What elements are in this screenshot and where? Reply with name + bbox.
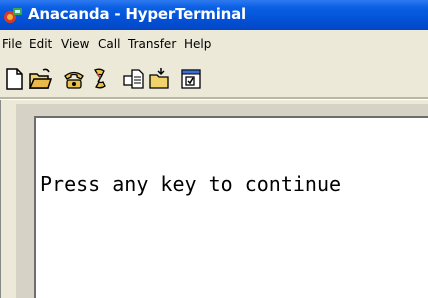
dial-phone-icon[interactable] <box>62 67 86 91</box>
hyperterminal-app-icon[interactable] <box>2 5 24 25</box>
menu-file[interactable]: File <box>2 37 22 51</box>
open-folder-icon[interactable] <box>28 67 52 91</box>
toolbar <box>0 60 428 98</box>
receive-file-icon[interactable] <box>148 67 172 91</box>
disconnect-icon[interactable] <box>88 67 112 91</box>
properties-icon[interactable] <box>180 67 204 91</box>
hyperterminal-window: Anacanda - HyperTerminal File Edit View … <box>0 0 428 298</box>
menu-bar: File Edit View Call Transfer Help <box>0 30 428 60</box>
menu-help[interactable]: Help <box>184 37 211 51</box>
window-title: Anacanda - HyperTerminal <box>28 5 246 23</box>
send-file-icon[interactable] <box>122 67 146 91</box>
terminal-area[interactable]: Press any key to continue <box>34 116 428 298</box>
window-border <box>0 100 9 298</box>
menu-call[interactable]: Call <box>98 37 120 51</box>
menu-edit[interactable]: Edit <box>29 37 52 51</box>
menu-view[interactable]: View <box>61 37 89 51</box>
terminal-output-text: Press any key to continue <box>40 172 342 196</box>
toolbar-separator <box>0 97 428 100</box>
new-document-icon[interactable] <box>2 67 26 91</box>
menu-transfer[interactable]: Transfer <box>128 37 176 51</box>
title-bar[interactable]: Anacanda - HyperTerminal <box>0 0 428 30</box>
